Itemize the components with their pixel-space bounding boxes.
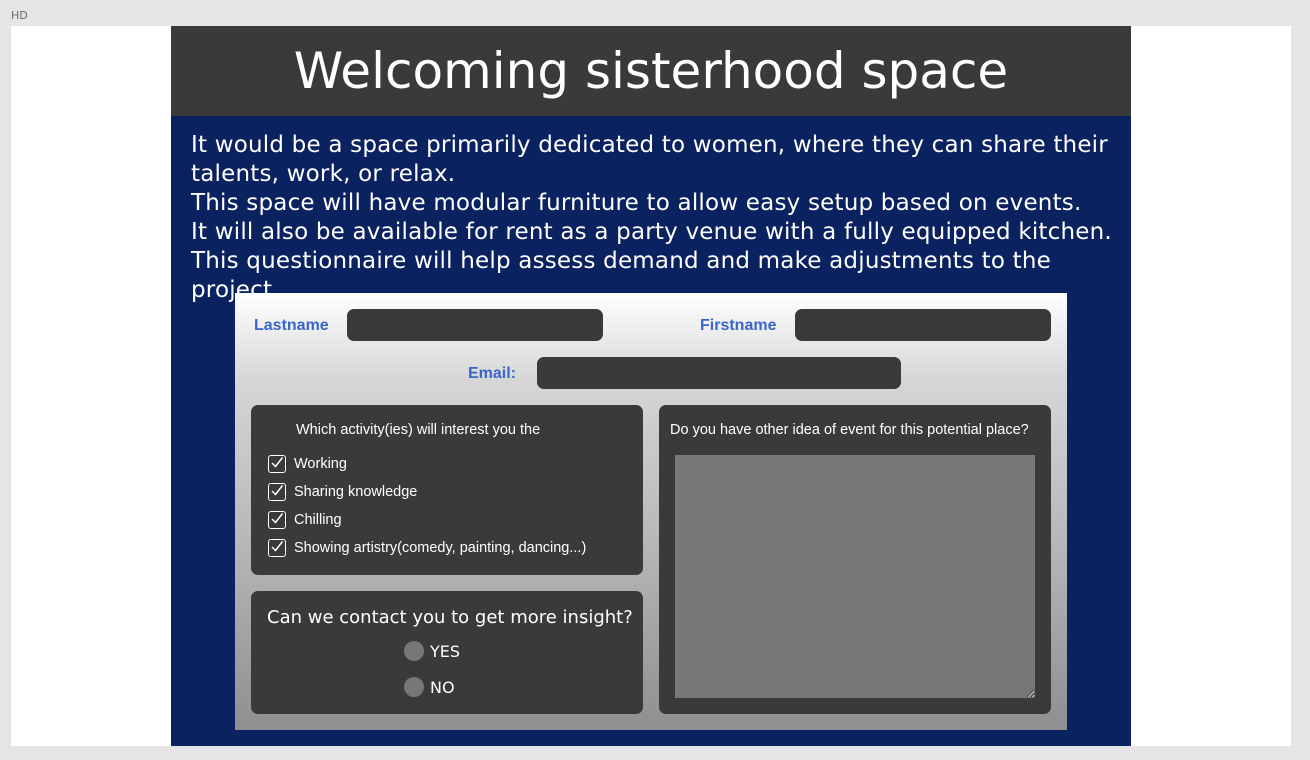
activities-card: Which activity(ies) will interest you th…	[251, 405, 643, 575]
header: Welcoming sisterhood space	[171, 26, 1131, 116]
hd-frame: Welcoming sisterhood space It would be a…	[11, 26, 1291, 746]
activity-option-label: Sharing knowledge	[294, 484, 418, 500]
intro-line: It will also be available for rent as a …	[191, 219, 1112, 245]
activity-option-working[interactable]: Working	[268, 455, 347, 473]
activity-option-label: Working	[294, 456, 347, 472]
ideas-textarea[interactable]	[675, 455, 1035, 698]
email-label: Email:	[468, 365, 517, 382]
activity-option-label: Chilling	[294, 512, 342, 528]
intro-line: This space will have modular furniture t…	[191, 190, 1082, 216]
contact-no-option[interactable]: NO	[404, 677, 455, 697]
contact-no-label: NO	[430, 677, 455, 697]
lastname-label: Lastname	[254, 317, 329, 334]
checkbox-checked-icon[interactable]	[268, 511, 286, 529]
page: Welcoming sisterhood space It would be a…	[171, 26, 1131, 746]
lastname-input[interactable]	[347, 309, 603, 341]
activity-option-sharing[interactable]: Sharing knowledge	[268, 483, 417, 501]
questionnaire-form: Lastname Firstname Email: Which activity…	[235, 293, 1067, 730]
checkbox-checked-icon[interactable]	[268, 483, 286, 501]
activity-option-artistry[interactable]: Showing artistry(comedy, painting, danci…	[268, 539, 586, 557]
contact-yes-label: YES	[430, 641, 461, 661]
contact-card: Can we contact you to get more insight? …	[251, 591, 643, 714]
ideas-card: Do you have other idea of event for this…	[659, 405, 1051, 714]
intro-text: It would be a space primarily dedicated …	[191, 131, 1121, 305]
activity-option-label: Showing artistry(comedy, painting, danci…	[294, 540, 587, 556]
radio-icon[interactable]	[404, 677, 424, 697]
firstname-label: Firstname	[700, 317, 777, 334]
intro-line: It would be a space primarily dedicated …	[191, 132, 1108, 187]
ideas-question: Do you have other idea of event for this…	[670, 422, 1029, 438]
checkbox-checked-icon[interactable]	[268, 455, 286, 473]
page-title: Welcoming sisterhood space	[293, 42, 1009, 100]
contact-question: Can we contact you to get more insight?	[267, 607, 633, 628]
frame-label: HD	[11, 9, 28, 22]
activities-title: Which activity(ies) will interest you th…	[296, 422, 541, 438]
contact-yes-option[interactable]: YES	[404, 641, 460, 661]
email-input[interactable]	[537, 357, 901, 389]
activity-option-chilling[interactable]: Chilling	[268, 511, 342, 529]
firstname-input[interactable]	[795, 309, 1051, 341]
checkbox-checked-icon[interactable]	[268, 539, 286, 557]
radio-icon[interactable]	[404, 641, 424, 661]
